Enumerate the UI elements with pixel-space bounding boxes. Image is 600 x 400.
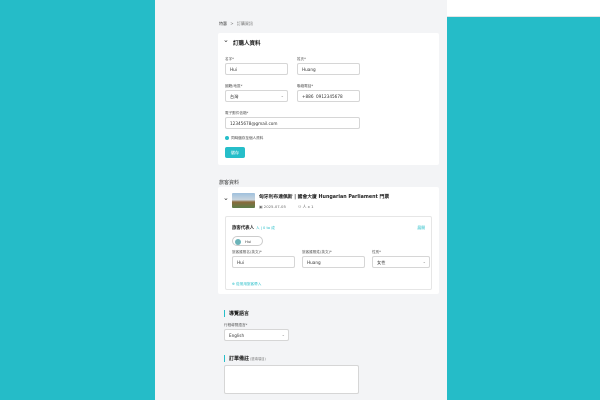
breadcrumb: 特惠 > 訂購資訊 <box>219 21 253 27</box>
checkbox-checked-icon <box>225 136 229 140</box>
traveler-rep-panel: 旅客代表人人 | 0 to 成 展開 Hui 旅客護照名(英文)* Hui 旅客… <box>225 216 432 290</box>
phone-label: 聯絡電話* <box>297 84 314 88</box>
add-from-saved-label: 從常用旅客帶入 <box>236 282 262 286</box>
breadcrumb-current: 訂購資訊 <box>236 21 253 26</box>
save-button[interactable]: 儲存 <box>225 147 245 158</box>
gender-value: 女性 <box>377 260 386 265</box>
note-subtitle: (選填項目) <box>250 357 266 361</box>
en-last-name-label: 旅客護照姓(英文)* <box>302 250 332 254</box>
chevron-down-icon: ⌄ <box>280 93 284 98</box>
en-first-name-label: 旅客護照名(英文)* <box>232 250 262 254</box>
country-select[interactable]: 台灣 ⌄ <box>225 90 288 102</box>
first-name-input[interactable]: Hui <box>225 63 288 75</box>
first-name-label: 名字* <box>225 57 234 61</box>
traveler-section-heading: 旅客資料 <box>219 180 240 186</box>
save-profile-checkbox[interactable]: 同時儲存至個人資料 <box>225 136 263 141</box>
rep-title-text: 旅客代表人 <box>232 226 254 231</box>
email-input[interactable]: 12345678@gmail.com <box>225 117 360 129</box>
email-label: 電子郵件信箱* <box>225 111 249 115</box>
save-profile-label: 同時儲存至個人資料 <box>231 136 264 140</box>
phone-country-code[interactable]: +886 <box>302 94 314 99</box>
chevron-down-icon[interactable]: ⌄ <box>223 36 229 44</box>
avatar <box>235 238 241 245</box>
rep-title: 旅客代表人人 | 0 to 成 <box>232 225 275 231</box>
breadcrumb-separator: > <box>230 21 234 26</box>
add-from-saved-link[interactable]: ⊕ 從常用旅客帶入 <box>232 282 261 287</box>
orderer-section-title: 訂購人資料 <box>233 41 261 47</box>
country-value: 台灣 <box>230 94 239 99</box>
product-thumbnail <box>232 193 255 208</box>
booking-date-value: 2025-07-05 <box>263 204 286 209</box>
rep-subtitle: 人 | 0 to 成 <box>255 226 275 230</box>
gender-select[interactable]: 女性 ⌄ <box>372 256 430 268</box>
en-first-name-input[interactable]: Hui <box>232 256 295 268</box>
chevron-down-icon: ⌄ <box>281 332 285 337</box>
traveler-chip[interactable]: Hui <box>232 236 263 246</box>
booking-date: ▣ 2025-07-05 <box>259 204 286 209</box>
booking-card: ⌄ 匈牙利布達佩斯 | 國會大廈 Hungarian Parliament 門票… <box>218 187 439 294</box>
chevron-down-icon[interactable]: ⌄ <box>223 194 229 202</box>
expand-link[interactable]: 展開 <box>417 225 425 231</box>
country-label: 國籍/地區* <box>225 84 243 88</box>
traveler-chip-name: Hui <box>245 239 252 244</box>
product-name: 匈牙利布達佩斯 | 國會大廈 Hungarian Parliament 門票 <box>259 195 390 200</box>
booking-quantity-value: 人 x 1 <box>302 204 314 209</box>
order-note-textarea[interactable] <box>224 365 359 394</box>
en-last-name-input[interactable]: Huang <box>302 256 365 268</box>
gender-label: 性別* <box>372 250 381 254</box>
note-section-title: 訂單備註(選填項目) <box>224 355 266 362</box>
language-value: English <box>229 333 245 338</box>
breadcrumb-home[interactable]: 特惠 <box>219 21 227 26</box>
last-name-input[interactable]: Huang <box>297 63 360 75</box>
checkout-page: 特惠 > 訂購資訊 ⌄ 訂購人資料 名字* Hui 姓氏* Huang 國籍/地… <box>155 0 447 400</box>
booking-quantity: ⚇ 人 x 1 <box>298 204 314 210</box>
language-select[interactable]: English ⌄ <box>224 329 289 341</box>
orderer-card: ⌄ 訂購人資料 名字* Hui 姓氏* Huang 國籍/地區* 台灣 ⌄ 聯絡… <box>218 33 439 165</box>
phone-input[interactable]: +886 0912345678 <box>297 90 360 102</box>
note-title-text: 訂單備註 <box>229 356 250 362</box>
last-name-label: 姓氏* <box>297 57 306 61</box>
language-label: 行程導覽語言* <box>224 323 248 327</box>
phone-number: 0912345678 <box>316 94 343 99</box>
language-section-title: 導覽語言 <box>224 310 249 317</box>
chevron-down-icon: ⌄ <box>422 259 426 264</box>
